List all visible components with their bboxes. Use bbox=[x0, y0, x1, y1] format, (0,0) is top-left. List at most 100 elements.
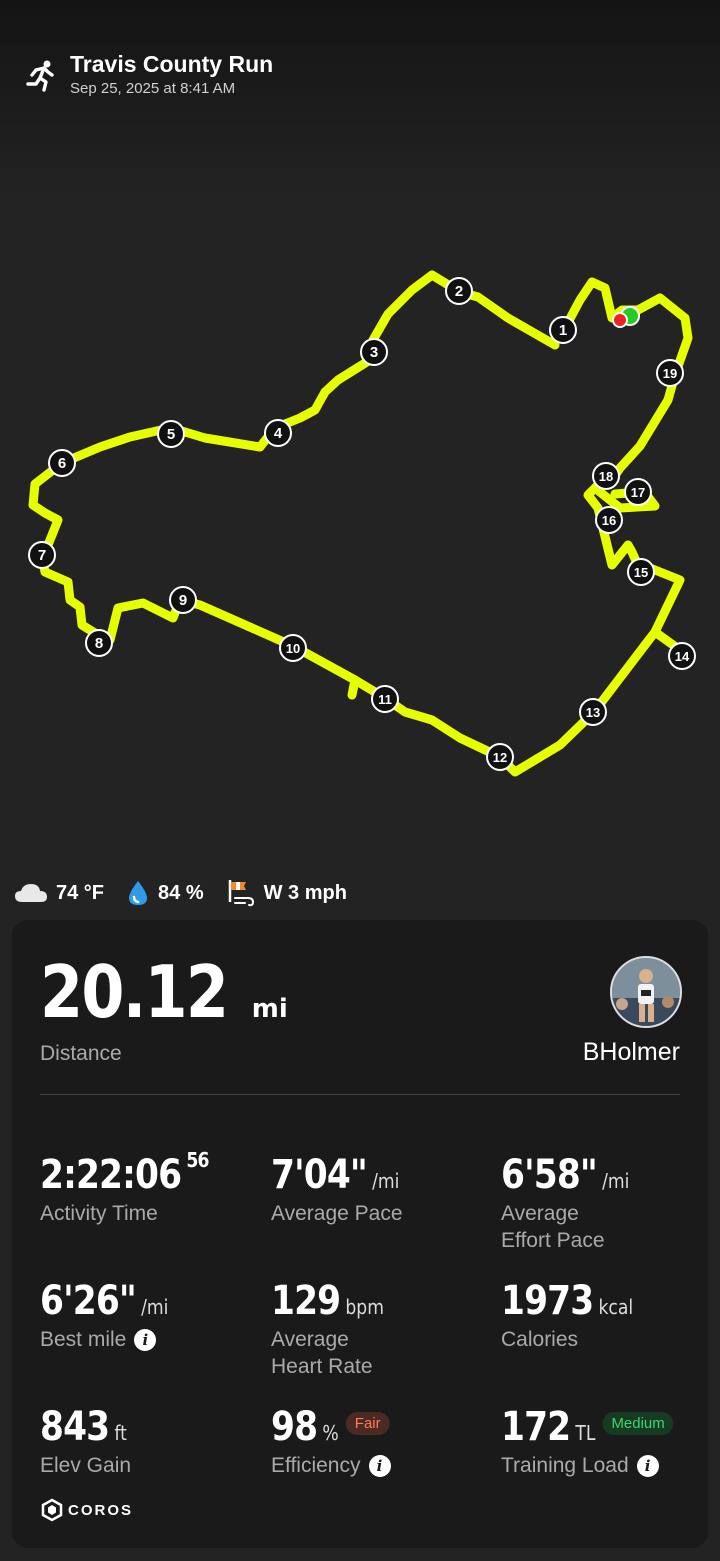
stat-elev-gain: 843 ft Elev Gain bbox=[40, 1404, 250, 1479]
training-load-value: 172 TL Medium bbox=[501, 1404, 674, 1450]
split-marker-label: 16 bbox=[602, 513, 616, 528]
split-marker-label: 7 bbox=[38, 547, 46, 564]
avg-effort-pace-value: 6'58"/mi bbox=[501, 1152, 630, 1198]
distance-unit: mi bbox=[251, 994, 288, 1024]
weather-wind: W 3 mph bbox=[226, 878, 347, 908]
elev-gain-unit: ft bbox=[114, 1421, 127, 1445]
temperature-value: 74 °F bbox=[56, 881, 105, 904]
stat-calories: 1973 kcal Calories bbox=[501, 1278, 681, 1353]
split-marker-1[interactable]: 1 bbox=[549, 316, 577, 344]
stat-best-mile: 6'26"/mi Best mile i bbox=[40, 1278, 250, 1353]
split-marker-2[interactable]: 2 bbox=[445, 277, 473, 305]
split-marker-3[interactable]: 3 bbox=[360, 338, 388, 366]
split-marker-5[interactable]: 5 bbox=[157, 420, 185, 448]
split-marker-12[interactable]: 12 bbox=[486, 743, 514, 771]
weather-temperature: 74 °F bbox=[14, 882, 104, 905]
distance-label: Distance bbox=[40, 1042, 122, 1065]
stat-activity-time: 2:22:06 56 Activity Time bbox=[40, 1148, 250, 1227]
training-load-unit: TL bbox=[575, 1421, 596, 1445]
split-marker-11[interactable]: 11 bbox=[371, 685, 399, 713]
split-marker-16[interactable]: 16 bbox=[595, 506, 623, 534]
split-marker-8[interactable]: 8 bbox=[85, 629, 113, 657]
avg-effort-pace-unit: /mi bbox=[602, 1169, 630, 1193]
best-mile-value: 6'26"/mi bbox=[40, 1278, 169, 1324]
split-marker-15[interactable]: 15 bbox=[627, 558, 655, 586]
split-marker-18[interactable]: 18 bbox=[592, 462, 620, 490]
split-marker-14[interactable]: 14 bbox=[668, 642, 696, 670]
efficiency-badge: Fair bbox=[345, 1411, 390, 1435]
split-marker-17[interactable]: 17 bbox=[624, 478, 652, 506]
distance-value: 20.12 bbox=[40, 950, 229, 1034]
distance-display: 20.12 mi bbox=[40, 950, 288, 1034]
stat-training-load: 172 TL Medium Training Load i bbox=[501, 1404, 691, 1479]
split-marker-label: 19 bbox=[663, 366, 677, 381]
stat-avg-pace: 7'04"/mi Average Pace bbox=[271, 1152, 481, 1227]
elev-gain-label: Elev Gain bbox=[40, 1454, 132, 1477]
stat-efficiency: 98% Fair Efficiency i bbox=[271, 1404, 481, 1479]
username[interactable]: BHolmer bbox=[583, 1038, 680, 1067]
split-marker-4[interactable]: 4 bbox=[264, 419, 292, 447]
activity-title: Travis County Run bbox=[70, 51, 274, 77]
avg-hr-unit: bpm bbox=[345, 1295, 384, 1319]
activity-summary-card: 20.12 mi Distance BHolmer 2:22:06 56 Acti… bbox=[12, 920, 708, 1548]
split-marker-label: 8 bbox=[95, 635, 103, 652]
split-marker-13[interactable]: 13 bbox=[579, 698, 607, 726]
weather-humidity: 84 % bbox=[126, 879, 204, 907]
stat-avg-effort-pace: 6'58"/mi Average Effort Pace bbox=[501, 1152, 681, 1254]
efficiency-label: Efficiency bbox=[271, 1454, 361, 1477]
split-marker-label: 13 bbox=[586, 705, 600, 720]
divider bbox=[40, 1094, 680, 1095]
route-map-svg: 12345678910111213141516171819 bbox=[28, 270, 696, 777]
avg-pace-unit: /mi bbox=[372, 1169, 400, 1193]
end-marker bbox=[612, 312, 628, 328]
split-marker-label: 9 bbox=[179, 592, 187, 609]
split-marker-label: 18 bbox=[599, 469, 613, 484]
split-marker-label: 6 bbox=[58, 455, 66, 472]
avg-hr-value: 129 bpm bbox=[271, 1278, 384, 1324]
split-marker-label: 2 bbox=[455, 283, 463, 300]
avg-hr-label: Average Heart Rate bbox=[271, 1328, 373, 1378]
split-marker-19[interactable]: 19 bbox=[656, 359, 684, 387]
wind-flag-icon bbox=[228, 880, 254, 907]
split-marker-label: 17 bbox=[631, 485, 645, 500]
split-marker-10[interactable]: 10 bbox=[279, 634, 307, 662]
split-marker-label: 10 bbox=[286, 641, 300, 656]
humidity-value: 84 % bbox=[158, 881, 204, 904]
activity-header: Travis County Run Sep 25, 2025 at 8:41 A… bbox=[24, 50, 273, 97]
split-marker-label: 3 bbox=[370, 344, 378, 361]
split-marker-6[interactable]: 6 bbox=[48, 449, 76, 477]
info-icon[interactable]: i bbox=[636, 1455, 659, 1478]
stat-avg-heart-rate: 129 bpm Average Heart Rate bbox=[271, 1278, 481, 1380]
info-icon[interactable]: i bbox=[368, 1455, 391, 1478]
calories-label: Calories bbox=[501, 1328, 579, 1351]
best-mile-label: Best mile bbox=[40, 1328, 127, 1351]
activity-time-value: 2:22:06 56 bbox=[40, 1148, 209, 1198]
split-marker-label: 15 bbox=[634, 565, 648, 580]
avatar-image bbox=[612, 958, 680, 1026]
water-drop-icon bbox=[129, 881, 148, 905]
coros-logo: COROS bbox=[40, 1498, 133, 1522]
best-mile-unit: /mi bbox=[141, 1295, 169, 1319]
activity-time-hundredths: 56 bbox=[186, 1148, 209, 1172]
coros-logo-text: COROS bbox=[68, 1501, 134, 1519]
training-load-badge: Medium bbox=[602, 1411, 674, 1435]
avg-pace-label: Average Pace bbox=[271, 1202, 403, 1225]
split-marker-9[interactable]: 9 bbox=[169, 586, 197, 614]
split-marker-label: 14 bbox=[675, 649, 690, 664]
activity-datetime: Sep 25, 2025 at 8:41 AM bbox=[70, 80, 236, 97]
coros-logo-icon bbox=[41, 1498, 63, 1522]
route-map[interactable]: 1 2 3 4 5 6 7 8 9 10 11 12 13 14 15 16 17 18 19 Travis Cou… bbox=[0, 0, 720, 860]
efficiency-label-row: Efficiency i bbox=[271, 1452, 481, 1479]
avatar[interactable] bbox=[610, 956, 682, 1028]
split-marker-label: 12 bbox=[493, 750, 507, 765]
split-marker-7[interactable]: 7 bbox=[28, 541, 56, 569]
info-icon[interactable]: i bbox=[134, 1329, 157, 1352]
split-marker-label: 4 bbox=[274, 425, 283, 442]
efficiency-value: 98% Fair bbox=[271, 1404, 390, 1450]
cloud-icon bbox=[15, 884, 47, 902]
split-marker-label: 1 bbox=[559, 322, 567, 339]
avg-pace-value: 7'04"/mi bbox=[271, 1152, 400, 1198]
training-load-label-row: Training Load i bbox=[501, 1452, 691, 1479]
runner-icon bbox=[26, 60, 54, 92]
elev-gain-value: 843 ft bbox=[40, 1404, 127, 1450]
